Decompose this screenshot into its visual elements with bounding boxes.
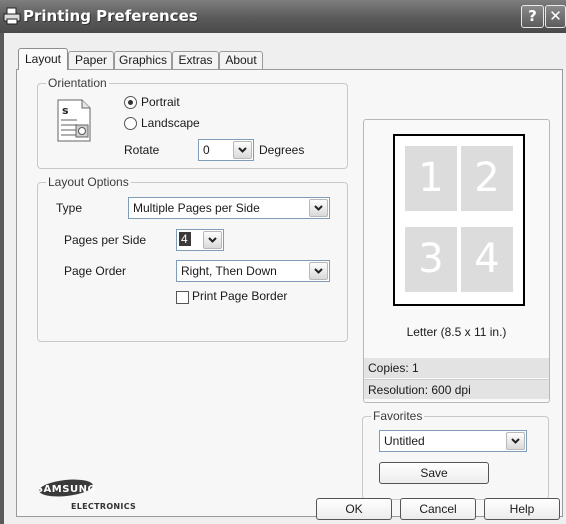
chevron-down-icon	[238, 147, 247, 153]
portrait-label: Portrait	[141, 95, 180, 109]
page-order-label: Page Order	[64, 264, 127, 278]
favorites-select[interactable]: Untitled	[379, 430, 527, 452]
pages-per-side-select[interactable]: 4	[176, 229, 224, 251]
favorites-group-label: Favorites	[371, 409, 425, 423]
pages-per-side-dropdown-arrow[interactable]	[203, 231, 222, 249]
cancel-button[interactable]: Cancel	[400, 498, 476, 520]
layout-tab-panel: Orientation s Portrait Landscape Rotate …	[16, 69, 563, 517]
pages-per-side-label: Pages per Side	[64, 233, 147, 247]
tab-about[interactable]: About	[219, 51, 263, 69]
rotate-label: Rotate	[124, 143, 160, 157]
copies-info: Copies: 1	[364, 358, 549, 378]
layout-options-group: Layout Options Type Multiple Pages per S…	[37, 175, 348, 342]
ok-button[interactable]: OK	[316, 498, 392, 520]
preview-page-2: 2	[461, 146, 513, 211]
preview-page: 1 2 3 4	[393, 134, 525, 306]
help-button[interactable]: Help	[484, 498, 560, 520]
page-order-dropdown-arrow[interactable]	[309, 262, 328, 280]
chevron-down-icon	[208, 237, 217, 243]
tab-paper[interactable]: Paper	[68, 51, 114, 69]
title-bar: Printing Preferences ? ✕	[0, 0, 566, 33]
type-value: Multiple Pages per Side	[133, 201, 260, 215]
tab-graphics[interactable]: Graphics	[114, 51, 172, 69]
printer-icon	[3, 7, 21, 25]
orientation-group-label: Orientation	[46, 76, 109, 90]
samsung-logo: SAMSUNG ELECTRONICS	[36, 478, 149, 515]
degrees-label: Degrees	[259, 143, 305, 157]
window-title: Printing Preferences	[23, 7, 198, 25]
favorites-dropdown-arrow[interactable]	[506, 432, 525, 450]
chevron-down-icon	[314, 205, 323, 211]
type-dropdown-arrow[interactable]	[309, 199, 328, 217]
layout-preview-panel: 1 2 3 4 Letter (8.5 x 11 in.) Copies: 1 …	[363, 119, 550, 403]
portrait-page-icon: s	[57, 99, 91, 142]
portrait-radio[interactable]	[124, 96, 137, 109]
svg-text:SAMSUNG: SAMSUNG	[39, 484, 96, 495]
svg-text:s: s	[62, 104, 69, 117]
dialog-client-area: Layout Paper Graphics Extras About Orien…	[4, 33, 566, 524]
preview-page-4: 4	[461, 227, 513, 292]
rotate-value: 0	[203, 143, 210, 157]
save-button[interactable]: Save	[379, 462, 489, 484]
svg-text:ELECTRONICS: ELECTRONICS	[71, 502, 136, 511]
chevron-down-icon	[314, 268, 323, 274]
print-page-border-label: Print Page Border	[192, 289, 288, 303]
preview-page-1: 1	[405, 146, 457, 211]
print-page-border-checkbox[interactable]	[176, 291, 189, 304]
layout-options-group-label: Layout Options	[46, 175, 131, 189]
page-order-value: Right, Then Down	[181, 264, 277, 278]
resolution-info: Resolution: 600 dpi	[364, 379, 549, 399]
type-select[interactable]: Multiple Pages per Side	[128, 197, 330, 219]
orientation-group: Orientation s Portrait Landscape Rotate …	[37, 76, 348, 169]
paper-size-label: Letter (8.5 x 11 in.)	[406, 325, 507, 339]
type-label: Type	[56, 201, 83, 215]
tab-layout[interactable]: Layout	[18, 48, 68, 70]
rotate-select[interactable]: 0	[198, 139, 254, 161]
landscape-radio[interactable]	[124, 117, 137, 130]
rotate-dropdown-arrow[interactable]	[233, 141, 252, 159]
samsung-logo-mark: SAMSUNG ELECTRONICS	[36, 479, 136, 511]
landscape-label: Landscape	[141, 116, 200, 130]
tab-extras[interactable]: Extras	[172, 51, 219, 69]
close-title-button[interactable]: ✕	[545, 5, 566, 28]
help-title-button[interactable]: ?	[521, 5, 544, 28]
pages-per-side-value: 4	[179, 232, 191, 246]
preview-page-3: 3	[405, 227, 457, 292]
favorites-value: Untitled	[384, 434, 425, 448]
page-order-select[interactable]: Right, Then Down	[176, 260, 330, 282]
chevron-down-icon	[511, 438, 520, 444]
favorites-group: Favorites Untitled Save	[362, 409, 549, 500]
